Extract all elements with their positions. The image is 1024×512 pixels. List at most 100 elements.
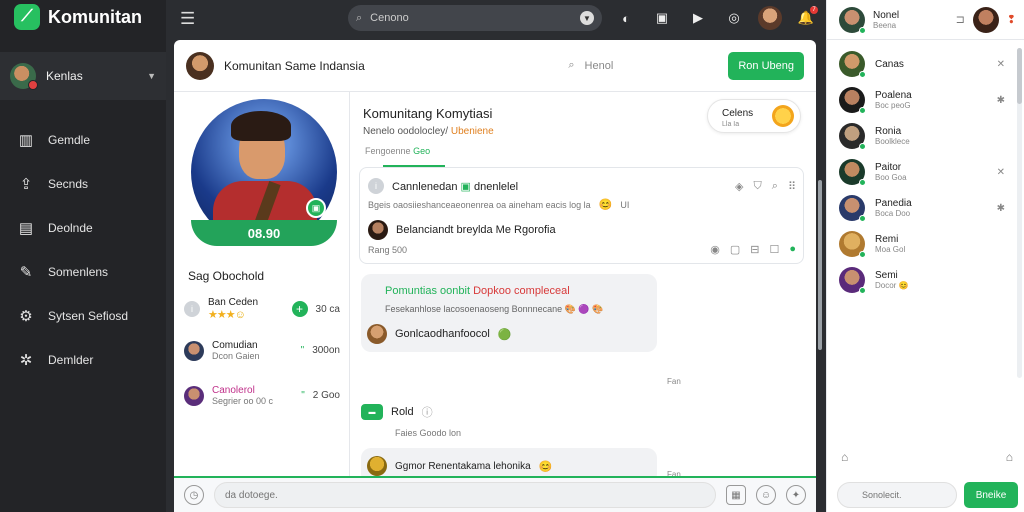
list-item-mark: " [301,390,305,401]
coins-pill[interactable]: Celens Lla Ia [707,99,801,133]
close-icon[interactable]: ✕ [997,59,1005,70]
feed-column: Komunitang Komytiasi Nenelo oodolocley/ … [351,92,816,484]
shield-icon[interactable]: ⛉ [754,180,762,193]
list-item[interactable]: Comudian Dcon Gaien " 300on [184,340,340,361]
bookmark-icon[interactable]: ⊟ [750,243,759,256]
store-icon[interactable]: ▣ [650,6,674,30]
list-item[interactable]: i Ban Ceden ★★★☺ + 30 ca [184,297,340,321]
chart-icon: ▥ [18,132,34,149]
tab-label: Fengoenne [365,146,411,156]
list-item[interactable]: Paitor Boo Goa ✕ [827,154,1013,190]
message-composer: ◷ ▦ ☺ ✦ [174,476,816,512]
contact-sub: Docor 😊 [875,281,1005,290]
app-logo[interactable]: ⟋ Komunitan [0,0,166,34]
list-item-text: Ban Ceden ★★★☺ [208,297,284,321]
sidebar-item-sytsen-sefiosd[interactable]: ⚙ Sytsen Sefiosd [0,294,166,338]
chat-icon[interactable]: ▢ [730,243,740,256]
hamburger-menu-icon[interactable]: ☰ [180,9,195,29]
pin-icon[interactable]: ✱ [997,95,1005,106]
contact-sub: Boo Goa [875,173,907,182]
user-menu[interactable]: Kenlas ▼ [0,52,166,100]
home-icon[interactable]: ⌂ [841,450,848,464]
gallery-icon[interactable]: ▦ [726,485,746,505]
checkbox-icon[interactable]: ☐ [769,243,779,256]
sidebar-item-somenlens[interactable]: ✎ Somenlens [0,250,166,294]
emoji-icons: 🎨 🟣 🎨 [564,304,604,314]
chevron-down-icon[interactable]: ▼ [580,11,594,25]
online-dot [859,287,866,294]
list-item-text: Paitor Boo Goa [875,162,987,182]
add-icon[interactable]: + [291,301,308,317]
emoji-icon[interactable]: ☺ [756,485,776,505]
list-item[interactable]: Panedia Boca Doo ✱ [827,190,1013,226]
right-header-sub: Beena [873,20,897,30]
sidebar-item-demlder[interactable]: ✲ Demlder [0,338,166,382]
top-icon-group: ◐ ▣ ▶ ◎ 🔔 7 [614,6,854,30]
profile-label: Sag Obochold [188,269,265,283]
list-item-text: Canolerol Segrier oo 00 c [212,385,293,406]
sidebar-item-deolnde[interactable]: ▤ Deolnde [0,206,166,250]
more-icon[interactable]: ⠿ [788,180,796,193]
image-icon: ▣ [460,180,471,193]
rating-stars: ★★★☺ [208,309,246,321]
message-input[interactable] [214,482,716,508]
list-item[interactable]: Ronia Boolklece [827,118,1013,154]
minimize-icon[interactable]: ⊐ [956,13,965,26]
contact-search-input[interactable] [837,482,957,508]
avatar[interactable] [972,6,999,33]
message-reply: Gonlcaodhanfoocol 🟢 [367,324,512,344]
list-item[interactable]: Poalena Boc peoG ✱ [827,82,1013,118]
compass-icon[interactable]: ◐ [614,6,638,30]
post-card[interactable]: i Cannlenedan ▣ dnenlelel ◈ ⛉ ⌕ ⠿ Bgeis … [359,167,804,264]
sidebar-item-gemdle[interactable]: ▥ Gemdle [0,118,166,162]
green-badge-icon[interactable]: ● [789,243,796,256]
header-search[interactable]: ⌕ Henol [568,59,718,72]
sidebar-item-secnds[interactable]: ⇪ Secnds [0,162,166,206]
store-icon[interactable]: ⌂ [1006,450,1013,464]
right-header-name: Nonel [873,9,900,21]
top-search[interactable]: ⌕ ▼ [348,5,602,31]
message-item[interactable]: ▬ Rold ⓘ [361,404,433,420]
message-tag: Rold [391,406,414,418]
left-sidebar: ⟋ Komunitan Kenlas ▼ ▥ Gemdle ⇪ Secnds ▤… [0,0,166,512]
online-dot [859,71,866,78]
alert-icon[interactable]: ❢ [1007,13,1016,26]
close-icon[interactable]: ✕ [997,167,1005,178]
avatar [839,123,866,150]
post-body: Bgeis oaosiieshanceaeonenrea oa aineham … [368,198,796,211]
list-item[interactable]: Remi Moa Gol [827,226,1013,262]
save-icon[interactable]: ▣ [306,198,326,218]
list-item[interactable]: Canas ✕ [827,46,1013,82]
message-bubble[interactable]: Pomuntias oonbit Dopkoo compleceal Fesek… [361,274,657,352]
avatar [839,51,866,78]
page-title: Komunitan Same Indansia [224,58,365,73]
sticker-icon[interactable]: ✦ [786,485,806,505]
pin-icon[interactable]: ✱ [997,203,1005,214]
avatar [186,51,214,80]
join-button[interactable]: Ron Ubeng [728,51,804,80]
send-button[interactable]: Bneike [964,482,1018,508]
search-icon[interactable]: ⌕ [772,180,778,193]
eye-icon[interactable]: ◉ [710,243,720,256]
group-subtitle-accent: Ubeniene [450,126,494,137]
list-item[interactable]: Canolerol Segrier oo 00 c " 2 Goo [184,385,340,406]
search-label: Henol [584,59,614,72]
sidebar-item-label: Somenlens [48,265,109,279]
coins-sub: Lla Ia [722,121,740,128]
globe-icon[interactable]: ◎ [722,6,746,30]
coin-icon [772,105,794,127]
search-input[interactable] [370,12,572,24]
bell-icon[interactable]: 🔔 7 [794,6,818,30]
main-scrollbar[interactable] [816,40,824,512]
avatar [368,220,388,240]
list-item[interactable]: Semi Docor 😊 [827,262,1013,298]
clock-icon[interactable]: ◷ [184,485,204,505]
contact-scrollbar[interactable] [1017,48,1022,378]
avatar[interactable] [758,6,782,30]
post-title-accent: dnenlelel [473,180,519,193]
tab-feed[interactable]: Fengoenne Geo [365,146,430,156]
reply-text: Gonlcaodhanfoocol [395,328,490,340]
tag-icon[interactable]: ◈ [735,180,743,193]
app-name: Komunitan [48,6,142,27]
play-icon[interactable]: ▶ [686,6,710,30]
